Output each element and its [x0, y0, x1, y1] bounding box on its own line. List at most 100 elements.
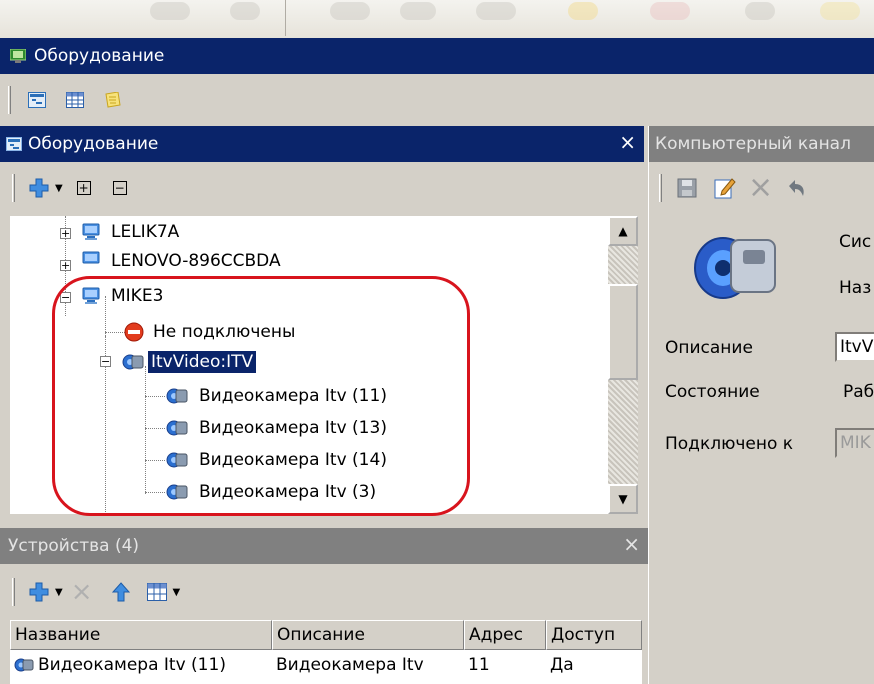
toolbar-ghost-icon [820, 2, 860, 20]
scroll-up-icon[interactable]: ▲ [608, 216, 638, 246]
toolbar-ghost-icon [476, 2, 516, 20]
delete-icon[interactable]: × [748, 173, 773, 203]
move-up-icon[interactable] [109, 580, 133, 604]
tree-item-label: ItvVideo:ITV [146, 350, 258, 374]
collapse-icon[interactable]: − [100, 356, 111, 367]
devices-panel: Устройства (4) × ▼ × ▼ Название Описание… [0, 528, 648, 684]
toolbar-grip [659, 174, 662, 202]
tree-item-label: Видеокамера Itv (14) [199, 450, 387, 470]
view-toolbar [0, 74, 874, 126]
tree-item-camera[interactable]: Видеокамера Itv (14) [166, 444, 390, 476]
expand-all-icon[interactable]: + [76, 181, 91, 195]
devices-panel-title: Устройства (4) [8, 536, 140, 556]
equipment-tree: + LELIK7A + LENOVO-896CCBDA − MIKE3 Не п… [10, 216, 608, 514]
toolbar-grip [8, 86, 11, 114]
devices-toolbar: ▼ × ▼ [0, 566, 648, 618]
video-camera-icon [122, 353, 144, 371]
toolbar-grip [12, 174, 15, 202]
tree-scrollbar[interactable]: ▲ ▼ [608, 216, 638, 514]
delete-icon[interactable]: × [71, 579, 93, 605]
columns-icon[interactable] [145, 580, 169, 604]
properties-panel-titlebar: Компьютерный канал [649, 126, 874, 162]
properties-panel: Компьютерный канал × Сис Наз Описание It… [648, 126, 874, 684]
tree-connector [145, 460, 165, 461]
monitor-icon [10, 49, 26, 63]
video-camera-icon [166, 387, 188, 405]
computer-icon [82, 251, 100, 266]
column-header-name[interactable]: Название [10, 620, 272, 650]
toolbar-separator [285, 0, 286, 36]
close-icon[interactable]: × [623, 534, 640, 554]
tree-item-lenovo[interactable]: LENOVO-896CCBDA [82, 246, 284, 266]
table-row[interactable]: Видеокамера Itv (11) [10, 650, 272, 680]
collapse-icon[interactable]: − [60, 292, 71, 303]
expand-icon[interactable]: + [60, 228, 71, 239]
tree-item-label: Не подключены [153, 322, 296, 342]
cell-description: Видеокамера Itv [276, 655, 424, 675]
computer-icon [82, 223, 100, 241]
video-camera-icon [166, 419, 188, 437]
tree-connector [145, 428, 165, 429]
state-value: Раб [843, 382, 874, 402]
tree-connector [145, 396, 165, 397]
tree-item-mike[interactable]: MIKE3 [82, 280, 166, 312]
connected-to-field: MIK [835, 428, 874, 458]
main-window-titlebar: Оборудование [0, 38, 874, 74]
state-label: Состояние [665, 382, 760, 402]
tree-item-label: Видеокамера Itv (11) [199, 386, 387, 406]
main-window-title: Оборудование [34, 46, 165, 66]
tree-item-label: Видеокамера Itv (13) [199, 418, 387, 438]
edit-icon[interactable] [712, 175, 738, 201]
tree-item-lelik[interactable]: LELIK7A [82, 216, 182, 248]
connected-to-label: Подключено к [665, 434, 794, 454]
system-label-partial: Сис [839, 232, 872, 252]
equipment-panel-titlebar: Оборудование × [0, 126, 644, 162]
close-icon[interactable]: × [619, 132, 636, 152]
expand-icon[interactable]: + [60, 260, 71, 271]
add-plus-icon[interactable] [27, 580, 51, 604]
video-camera-icon [166, 483, 188, 501]
devices-table: Название Описание Адрес Доступ Видеокаме… [10, 620, 642, 684]
grid-view-icon[interactable] [61, 86, 89, 114]
undo-icon[interactable] [783, 175, 809, 201]
equipment-panel-title: Оборудование [28, 134, 159, 154]
toolbar-ghost-icon [150, 2, 190, 20]
tree-item-itv[interactable]: ItvVideo:ITV [122, 346, 258, 378]
video-camera-icon [14, 657, 34, 673]
scroll-down-icon[interactable]: ▼ [608, 484, 638, 514]
toolbar-ghost-icon [568, 2, 598, 20]
video-camera-icon [166, 451, 188, 469]
add-plus-icon[interactable] [27, 176, 51, 200]
description-label: Описание [665, 338, 753, 358]
notes-icon[interactable] [99, 86, 127, 114]
scrollbar-thumb[interactable] [608, 284, 638, 380]
tree-item-camera[interactable]: Видеокамера Itv (3) [166, 476, 379, 508]
toolbar-ghost-icon [650, 2, 690, 20]
column-header-description[interactable]: Описание [272, 620, 464, 650]
tree-item-camera[interactable]: Видеокамера Itv (13) [166, 412, 390, 444]
cell-address: 11 [468, 655, 490, 675]
cell-name: Видеокамера Itv (11) [38, 655, 226, 675]
computer-icon [82, 287, 100, 305]
video-camera-icon [691, 226, 781, 306]
properties-toolbar: × [649, 162, 874, 214]
column-header-address[interactable]: Адрес [464, 620, 546, 650]
collapse-all-icon[interactable]: − [112, 181, 127, 195]
tree-view-icon [6, 137, 22, 151]
chevron-down-icon[interactable]: ▼ [55, 183, 63, 194]
save-icon[interactable] [674, 175, 700, 201]
tree-item-camera[interactable]: Видеокамера Itv (11) [166, 380, 390, 412]
equipment-tree-panel: Оборудование × ▼ + − + LELIK7A + LENOVO-… [0, 126, 644, 514]
properties-panel-title: Компьютерный канал [655, 134, 851, 154]
column-header-access[interactable]: Доступ [546, 620, 642, 650]
tree-connector [145, 492, 165, 493]
chevron-down-icon[interactable]: ▼ [173, 587, 181, 598]
tree-connector [105, 332, 125, 333]
chevron-down-icon[interactable]: ▼ [55, 587, 63, 598]
tree-view-icon[interactable] [23, 86, 51, 114]
tree-item-not-connected[interactable]: Не подключены [124, 316, 298, 348]
toolbar-ghost-icon [400, 2, 436, 20]
tree-item-label: LELIK7A [111, 222, 180, 242]
no-entry-icon [124, 322, 144, 342]
description-field[interactable]: ItvV [835, 332, 874, 362]
